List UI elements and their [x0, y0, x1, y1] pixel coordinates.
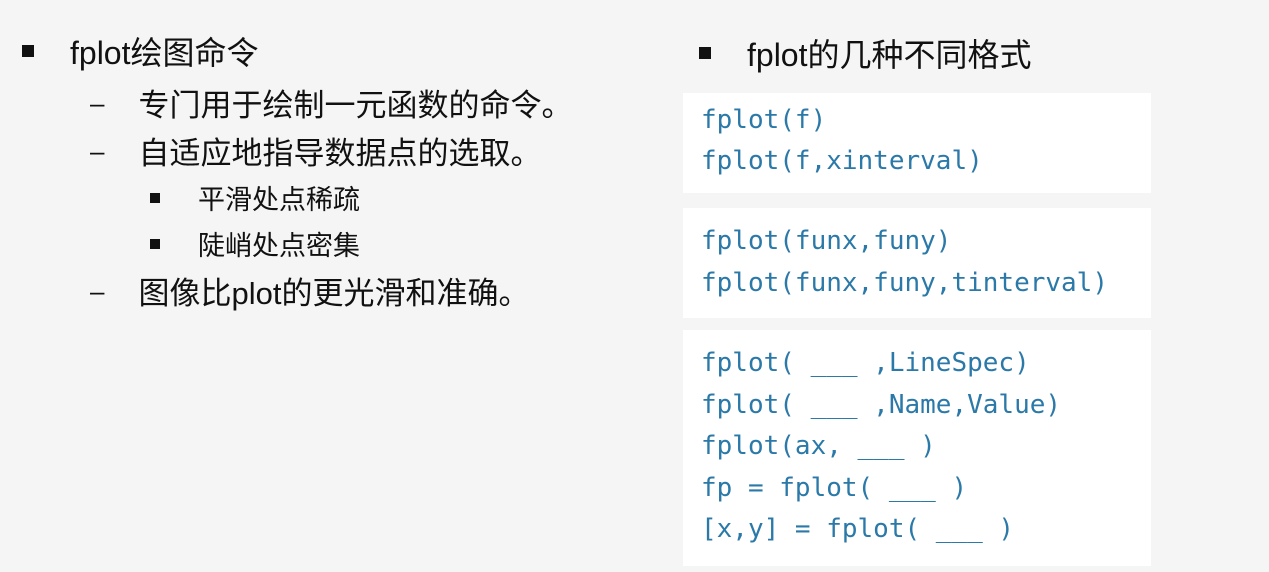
dash-bullet-icon: –	[90, 87, 105, 118]
sub-list-item: 平滑处点稀疏	[150, 178, 360, 217]
square-bullet-icon	[150, 192, 160, 203]
bullet-item-heading-left: fplot绘图命令	[22, 28, 259, 74]
left-column: fplot绘图命令 – 专门用于绘制一元函数的命令。 – 自适应地指导数据点的选…	[0, 0, 660, 572]
code-line: fp = fplot( ___ )	[701, 473, 968, 503]
right-column: fplot的几种不同格式 fplot(f) fplot(f,xinterval)…	[683, 0, 1269, 572]
dash-bullet-icon: –	[90, 135, 105, 166]
code-box-basic: fplot(f) fplot(f,xinterval)	[683, 93, 1151, 193]
list-item-label: 图像比plot的更光滑和准确。	[138, 276, 530, 311]
right-heading: fplot的几种不同格式	[747, 37, 1032, 73]
sub-list-item-label: 陡峭处点密集	[198, 231, 360, 261]
code-line: fplot(f,xinterval)	[701, 146, 983, 176]
code-line: fplot(funx,funy)	[701, 226, 952, 256]
dash-bullet-icon: –	[90, 275, 105, 306]
bullet-item-heading-right: fplot的几种不同格式	[699, 30, 1032, 76]
code-line: fplot(ax, ___ )	[701, 431, 936, 461]
code-line: fplot( ___ ,LineSpec)	[701, 348, 1030, 378]
list-item: – 图像比plot的更光滑和准确。	[90, 268, 529, 313]
list-item: – 专门用于绘制一元函数的命令。	[90, 80, 572, 125]
sub-list-item-label: 平滑处点稀疏	[198, 185, 360, 215]
square-bullet-icon	[699, 47, 711, 59]
code-line: [x,y] = fplot( ___ )	[701, 514, 1015, 544]
list-item-label: 专门用于绘制一元函数的命令。	[138, 88, 573, 123]
code-line: fplot(f)	[701, 105, 827, 135]
code-line: fplot( ___ ,Name,Value)	[701, 390, 1062, 420]
code-box-parametric: fplot(funx,funy) fplot(funx,funy,tinterv…	[683, 208, 1151, 318]
square-bullet-icon	[22, 45, 34, 57]
code-box-options: fplot( ___ ,LineSpec) fplot( ___ ,Name,V…	[683, 330, 1151, 566]
code-line: fplot(funx,funy,tinterval)	[701, 268, 1108, 298]
list-item: – 自适应地指导数据点的选取。	[90, 128, 541, 173]
left-heading: fplot绘图命令	[70, 35, 259, 71]
sub-list-item: 陡峭处点密集	[150, 224, 360, 263]
list-item-label: 自适应地指导数据点的选取。	[138, 136, 542, 171]
square-bullet-icon	[150, 238, 160, 249]
